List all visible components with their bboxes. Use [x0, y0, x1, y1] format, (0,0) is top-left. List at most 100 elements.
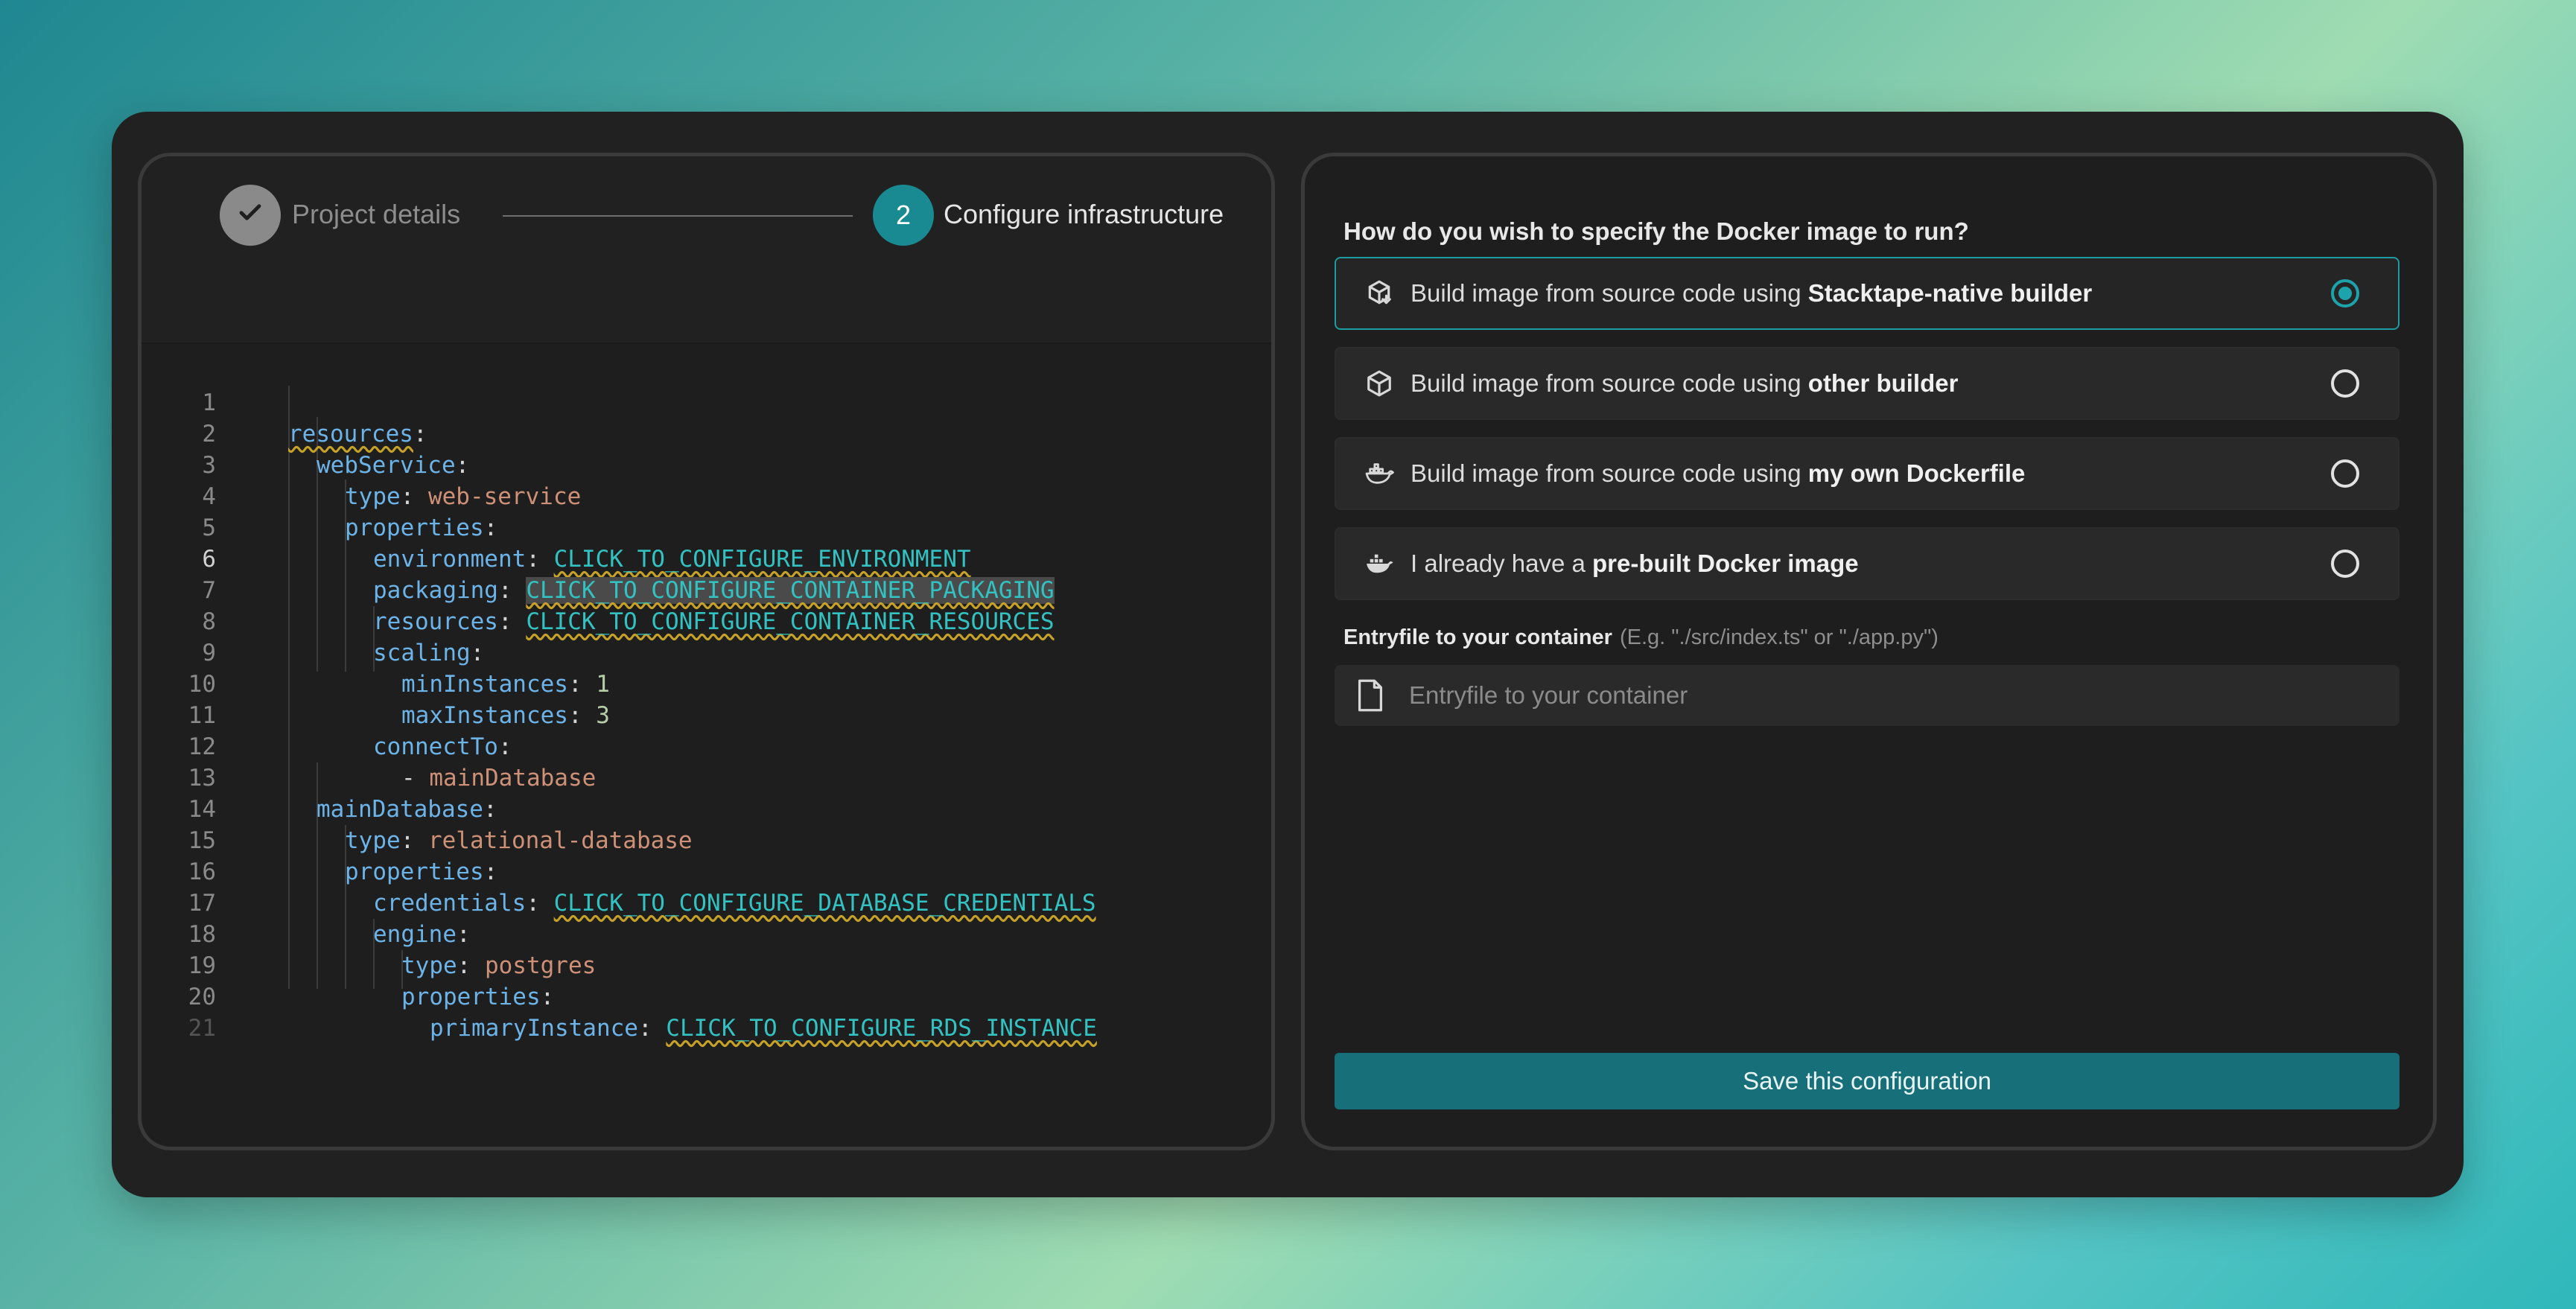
- configure-container-resources-placeholder[interactable]: CLICK_TO_CONFIGURE_CONTAINER_RESOURCES: [526, 608, 1054, 635]
- file-icon: [1355, 678, 1385, 713]
- step-2-indicator[interactable]: 2: [873, 185, 934, 246]
- configure-container-packaging-placeholder[interactable]: CLICK_TO_CONFIGURE_CONTAINER_PACKAGING: [526, 577, 1055, 604]
- yaml-value: 1: [596, 671, 610, 698]
- yaml-colon: :: [526, 546, 554, 573]
- code-line: 21: [141, 981, 252, 1042]
- yaml-key: resources: [373, 608, 498, 635]
- code-line: 10 maxInstances: 3: [141, 637, 610, 729]
- radio-unselected[interactable]: [2331, 550, 2359, 578]
- code-line: 11 connectTo:: [141, 669, 512, 760]
- yaml-colon: :: [413, 421, 427, 448]
- option-stacktape-native-builder[interactable]: Build image from source code using Stack…: [1335, 257, 2400, 330]
- step-2-label[interactable]: Configure infrastructure: [944, 199, 1224, 230]
- code-line: 5 environment: CLICK_TO_CONFIGURE_ENVIRO…: [141, 481, 970, 573]
- yaml-key: environment: [373, 546, 527, 573]
- entryfile-input[interactable]: [1408, 672, 2400, 719]
- code-line: 6 packaging: CLICK_TO_CONFIGURE_CONTAINE…: [141, 512, 1055, 604]
- code-line: 18 type: postgres: [141, 888, 597, 979]
- yaml-key: webService: [317, 452, 456, 479]
- yaml-key: type: [345, 483, 401, 510]
- entryfile-field[interactable]: [1335, 665, 2400, 726]
- code-line: 8 scaling:: [141, 575, 484, 666]
- code-line: 1 resources:: [141, 356, 427, 448]
- yaml-colon: :: [526, 890, 554, 917]
- code-line: 15 properties:: [141, 794, 498, 885]
- config-preview-panel: Project details 2 Configure infrastructu…: [138, 153, 1275, 1150]
- image-source-question: How do you wish to specify the Docker im…: [1343, 217, 1969, 245]
- code-line: 3 type: web-service: [141, 418, 581, 510]
- code-line: 12 - mainDatabase: [141, 700, 597, 792]
- stepper: Project details 2 Configure infrastructu…: [141, 156, 1271, 344]
- code-line: 20 primaryInstance: CLICK_TO_CONFIGURE_R…: [141, 950, 1097, 1042]
- save-configuration-button[interactable]: Save this configuration: [1335, 1053, 2400, 1109]
- yaml-value: 3: [596, 702, 610, 729]
- package-arrow-icon: [1364, 278, 1394, 308]
- radio-selected[interactable]: [2331, 279, 2359, 308]
- yaml-key: minInstances: [401, 671, 568, 698]
- yaml-key: connectTo: [373, 733, 498, 760]
- yaml-colon: :: [497, 733, 512, 760]
- yaml-colon: :: [470, 640, 485, 666]
- yaml-colon: :: [457, 952, 485, 979]
- line-number: 21: [188, 1015, 216, 1042]
- yaml-value: mainDatabase: [429, 765, 597, 792]
- package-icon: [1364, 369, 1394, 398]
- yaml-key: mainDatabase: [317, 796, 483, 823]
- app-window: Project details 2 Configure infrastructu…: [112, 112, 2464, 1197]
- yaml-code-editor[interactable]: 1 resources: 2 webService: 3 type: web-s…: [141, 343, 1271, 1147]
- configure-rds-instance-placeholder[interactable]: CLICK_TO_CONFIGURE_RDS_INSTANCE: [666, 1015, 1097, 1042]
- yaml-colon: :: [400, 827, 428, 854]
- yaml-colon: :: [540, 984, 555, 1010]
- yaml-key: properties: [345, 515, 484, 541]
- yaml-colon: :: [497, 577, 527, 604]
- yaml-key: scaling: [373, 640, 471, 666]
- code-line: 7 resources: CLICK_TO_CONFIGURE_CONTAINE…: [141, 544, 1054, 635]
- code-line: 4 properties:: [141, 450, 497, 541]
- code-line: 2 webService:: [141, 387, 469, 479]
- step-1-indicator[interactable]: [220, 185, 281, 246]
- yaml-colon: :: [497, 608, 527, 635]
- yaml-key: credentials: [373, 890, 527, 917]
- docker-whale-icon: [1364, 549, 1394, 579]
- configure-database-credentials-placeholder[interactable]: CLICK_TO_CONFIGURE_DATABASE_CREDENTIALS: [554, 890, 1096, 917]
- yaml-colon: :: [483, 515, 498, 541]
- yaml-key: packaging: [373, 577, 498, 604]
- check-icon: [237, 199, 264, 232]
- radio-unselected[interactable]: [2331, 369, 2359, 398]
- docker-whale-icon: [1364, 459, 1394, 488]
- yaml-key: engine: [373, 921, 457, 948]
- yaml-value: postgres: [484, 952, 597, 979]
- yaml-key: type: [345, 827, 401, 854]
- code-line: 19 properties:: [141, 919, 555, 1010]
- indent-guide: [373, 669, 375, 672]
- option-other-builder[interactable]: Build image from source code using other…: [1335, 347, 2400, 420]
- code-line: 13 mainDatabase:: [141, 731, 497, 823]
- configure-environment-placeholder[interactable]: CLICK_TO_CONFIGURE_ENVIRONMENT: [554, 546, 971, 573]
- step-connector: [503, 215, 853, 217]
- yaml-colon: :: [483, 796, 497, 823]
- radio-unselected[interactable]: [2331, 459, 2359, 488]
- yaml-key: properties: [345, 859, 484, 885]
- yaml-value: web-service: [427, 483, 582, 510]
- entryfile-hint: (E.g. "./src/index.ts" or "./app.py"): [1619, 625, 1939, 649]
- yaml-value: relational-database: [427, 827, 693, 854]
- option-label: Build image from source code using Stack…: [1411, 279, 2093, 307]
- yaml-colon: :: [567, 671, 597, 698]
- option-label: Build image from source code using my ow…: [1411, 459, 2026, 487]
- option-prebuilt-image[interactable]: I already have a pre-built Docker image: [1335, 527, 2400, 600]
- yaml-colon: :: [637, 1015, 667, 1042]
- yaml-dash: -: [401, 765, 430, 792]
- yaml-colon: :: [400, 483, 428, 510]
- step-1-label[interactable]: Project details: [292, 199, 460, 230]
- yaml-colon: :: [455, 452, 470, 479]
- yaml-colon: :: [456, 921, 471, 948]
- yaml-key: primaryInstance: [430, 1015, 638, 1042]
- option-own-dockerfile[interactable]: Build image from source code using my ow…: [1335, 437, 2400, 510]
- entryfile-label: Entryfile to your container: [1343, 625, 1612, 649]
- yaml-key: resources: [288, 421, 413, 448]
- yaml-key: type: [401, 952, 457, 979]
- code-line: 9 minInstances: 1: [141, 606, 610, 698]
- yaml-colon: :: [567, 702, 597, 729]
- code-line: 14 type: relational-database: [141, 762, 693, 854]
- option-label: I already have a pre-built Docker image: [1411, 550, 1859, 577]
